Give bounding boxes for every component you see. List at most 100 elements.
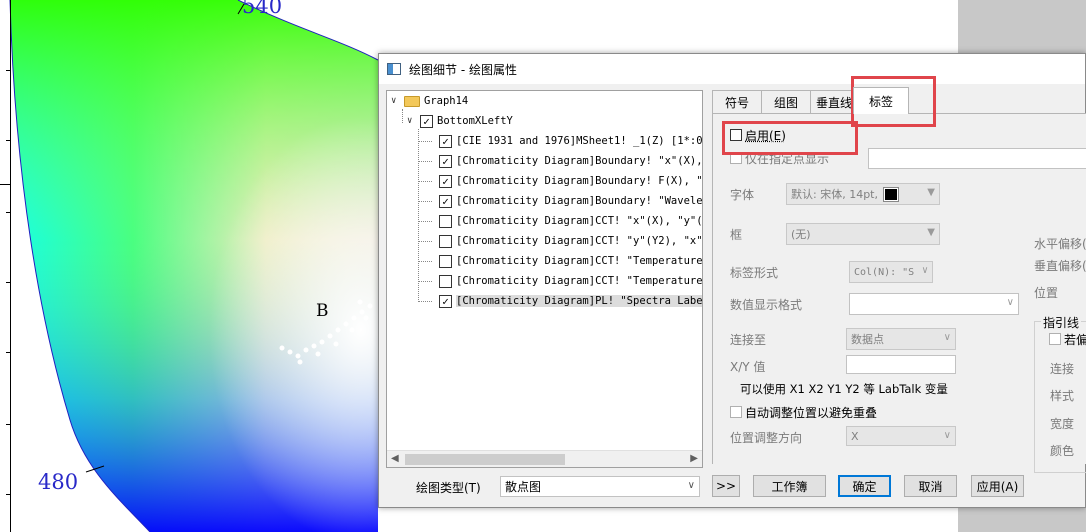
v-offset-label: 垂直偏移( bbox=[1034, 259, 1086, 273]
direction-label: 位置调整方向 bbox=[730, 431, 803, 445]
tree-item-label: [Chromaticity Diagram]Boundary! "x"(X), … bbox=[456, 155, 703, 167]
tree-item-plot[interactable]: ✓ [Chromaticity Diagram]Boundary! "Wavele bbox=[439, 191, 702, 211]
leader-style-label: 样式 bbox=[1050, 389, 1075, 403]
direction-value: X bbox=[851, 429, 859, 443]
chevron-down-icon[interactable]: ∨ bbox=[391, 96, 401, 106]
tab-label: 符号 bbox=[724, 95, 749, 110]
tab-group[interactable]: 组图 bbox=[761, 90, 811, 113]
scroll-left-icon[interactable]: ◀ bbox=[391, 453, 399, 464]
folder-icon bbox=[404, 95, 420, 107]
connect-to-select[interactable]: 数据点 ∨ bbox=[846, 328, 956, 350]
tree-node-label: Graph14 bbox=[424, 95, 469, 107]
tree-node-layer[interactable]: ∨ ✓ BottomXLeftY bbox=[407, 111, 513, 131]
numeric-format-label: 数值显示格式 bbox=[730, 298, 803, 312]
apply-button[interactable]: 应用(A) bbox=[971, 475, 1024, 497]
wavelength-label-480: 480 bbox=[38, 470, 79, 494]
expand-button[interactable]: >> bbox=[712, 475, 740, 497]
cancel-button[interactable]: 取消 bbox=[904, 475, 957, 497]
dialog-title: 绘图细节 - 绘图属性 bbox=[409, 62, 517, 77]
dialog-titlebar[interactable]: 绘图细节 - 绘图属性 bbox=[379, 54, 1085, 84]
leader-line-title: 指引线 bbox=[1041, 314, 1082, 331]
position-label: 位置 bbox=[1034, 286, 1059, 300]
font-color-swatch[interactable] bbox=[883, 186, 899, 202]
label-tab-panel: 启用(E) 仅在指定点显示 字体 默认: 宋体, 14pt, ▼ 框 (无) ▼… bbox=[712, 113, 1086, 473]
direction-select[interactable]: X ∨ bbox=[846, 426, 956, 446]
ok-button[interactable]: 确定 bbox=[838, 475, 891, 497]
tab-symbol[interactable]: 符号 bbox=[712, 90, 762, 113]
label-form-value: Col(N): "S bbox=[854, 266, 915, 278]
tree-item-plot[interactable]: ✓ [Chromaticity Diagram]Boundary! F(X), " bbox=[439, 171, 703, 191]
connect-to-value: 数据点 bbox=[851, 333, 884, 346]
leader-width-label: 宽度 bbox=[1050, 417, 1075, 431]
leader-if-label: 若偏 bbox=[1064, 333, 1086, 347]
tree-item-label: [Chromaticity Diagram]CCT! "Temperature bbox=[456, 275, 703, 287]
tree-item-plot[interactable]: [Chromaticity Diagram]CCT! "y"(Y2), "x" bbox=[439, 231, 703, 251]
chevron-down-icon: ∨ bbox=[1006, 297, 1014, 308]
leader-if-checkbox[interactable] bbox=[1049, 333, 1061, 345]
frame-select[interactable]: (无) ▼ bbox=[786, 223, 940, 245]
tab-drop-lines[interactable]: 垂直线 bbox=[810, 90, 856, 113]
scrollbar-thumb[interactable] bbox=[405, 454, 565, 465]
tree-item-plot[interactable]: [Chromaticity Diagram]CCT! "Temperature bbox=[439, 251, 703, 271]
h-offset-label: 水平偏移( bbox=[1034, 237, 1086, 251]
tree-item-label: [CIE 1931 and 1976]MSheet1! _1(Z) [1*:0 bbox=[456, 135, 703, 147]
tree-item-plot[interactable]: [Chromaticity Diagram]CCT! "Temperature bbox=[439, 271, 703, 291]
connect-to-label: 连接至 bbox=[730, 333, 767, 347]
tree-item-plot[interactable]: ✓ [Chromaticity Diagram]PL! "Spectra Labe bbox=[439, 291, 703, 311]
plot-checkbox[interactable] bbox=[439, 214, 452, 228]
axis-tick bbox=[6, 140, 11, 141]
tree-item-plot[interactable]: ✓ [Chromaticity Diagram]Boundary! "x"(X),… bbox=[439, 151, 703, 171]
tab-label[interactable]: 标签 bbox=[853, 87, 909, 114]
tree-item-label: [Chromaticity Diagram]PL! "Spectra Labe bbox=[456, 295, 703, 307]
auto-adjust-checkbox[interactable] bbox=[730, 406, 742, 418]
plot-checkbox[interactable]: ✓ bbox=[439, 154, 452, 168]
plot-checkbox[interactable] bbox=[439, 234, 452, 248]
workbook-button[interactable]: 工作簿 bbox=[753, 475, 826, 497]
wavelength-label-540: 540 bbox=[242, 0, 283, 18]
xy-value-label: X/Y 值 bbox=[730, 360, 766, 374]
plot-tree[interactable]: ∨ Graph14 ∨ ✓ BottomXLeftY ✓ [CIE 1931 an… bbox=[386, 90, 703, 468]
plot-checkbox[interactable]: ✓ bbox=[439, 174, 452, 188]
axis-tick bbox=[6, 212, 11, 213]
label-form-select[interactable]: Col(N): "S ∨ bbox=[849, 261, 933, 283]
plot-checkbox[interactable] bbox=[439, 254, 452, 268]
frame-label: 框 bbox=[730, 228, 743, 242]
tree-item-label: [Chromaticity Diagram]Boundary! F(X), " bbox=[456, 175, 703, 187]
axis-tick bbox=[6, 424, 11, 425]
frame-value: (无) bbox=[791, 228, 811, 241]
scroll-right-icon[interactable]: ▶ bbox=[690, 453, 698, 464]
label-form-label: 标签形式 bbox=[730, 266, 779, 280]
tree-item-plot[interactable]: [Chromaticity Diagram]CCT! "x"(X), "y"( bbox=[439, 211, 702, 231]
plot-type-label: 绘图类型(T) bbox=[416, 481, 481, 495]
plot-checkbox[interactable]: ✓ bbox=[439, 194, 452, 208]
plot-checkbox[interactable]: ✓ bbox=[439, 294, 452, 308]
chevron-down-icon[interactable]: ∨ bbox=[407, 116, 417, 126]
axis-tick bbox=[6, 70, 11, 71]
tree-node-label: BottomXLeftY bbox=[437, 115, 513, 127]
specified-points-input[interactable] bbox=[868, 148, 1086, 169]
tab-label: 组图 bbox=[773, 95, 798, 110]
axis-tick bbox=[6, 352, 11, 353]
tab-label: 垂直线 bbox=[816, 95, 853, 110]
plot-checkbox[interactable]: ✓ bbox=[439, 134, 452, 148]
tree-item-plot[interactable]: ✓ [CIE 1931 and 1976]MSheet1! _1(Z) [1*:0 bbox=[439, 131, 703, 151]
y-axis bbox=[10, 0, 11, 532]
chevron-down-icon: ∨ bbox=[943, 430, 951, 441]
layer-checkbox[interactable]: ✓ bbox=[420, 114, 433, 128]
plot-type-value: 散点图 bbox=[505, 480, 542, 494]
numeric-format-select[interactable]: ∨ bbox=[849, 293, 1019, 315]
tree-horizontal-scrollbar[interactable]: ◀ ▶ bbox=[387, 450, 702, 467]
tree-node-graph[interactable]: ∨ Graph14 bbox=[391, 91, 468, 111]
font-select[interactable]: 默认: 宋体, 14pt, ▼ bbox=[786, 183, 940, 205]
tree-item-label: [Chromaticity Diagram]CCT! "y"(Y2), "x" bbox=[456, 235, 703, 247]
tree-item-label: [Chromaticity Diagram]CCT! "Temperature bbox=[456, 255, 703, 267]
font-label: 字体 bbox=[730, 188, 755, 202]
annotation-box-enable bbox=[722, 121, 858, 155]
plot-checkbox[interactable] bbox=[439, 274, 452, 288]
xy-value-input[interactable] bbox=[846, 355, 956, 374]
axis-tick bbox=[0, 184, 10, 185]
plot-type-select[interactable]: 散点图 ∨ bbox=[500, 476, 700, 497]
auto-adjust-label: 自动调整位置以避免重叠 bbox=[745, 406, 878, 420]
font-value: 默认: 宋体, 14pt, bbox=[791, 188, 878, 201]
chevron-down-icon: ▼ bbox=[927, 227, 935, 238]
